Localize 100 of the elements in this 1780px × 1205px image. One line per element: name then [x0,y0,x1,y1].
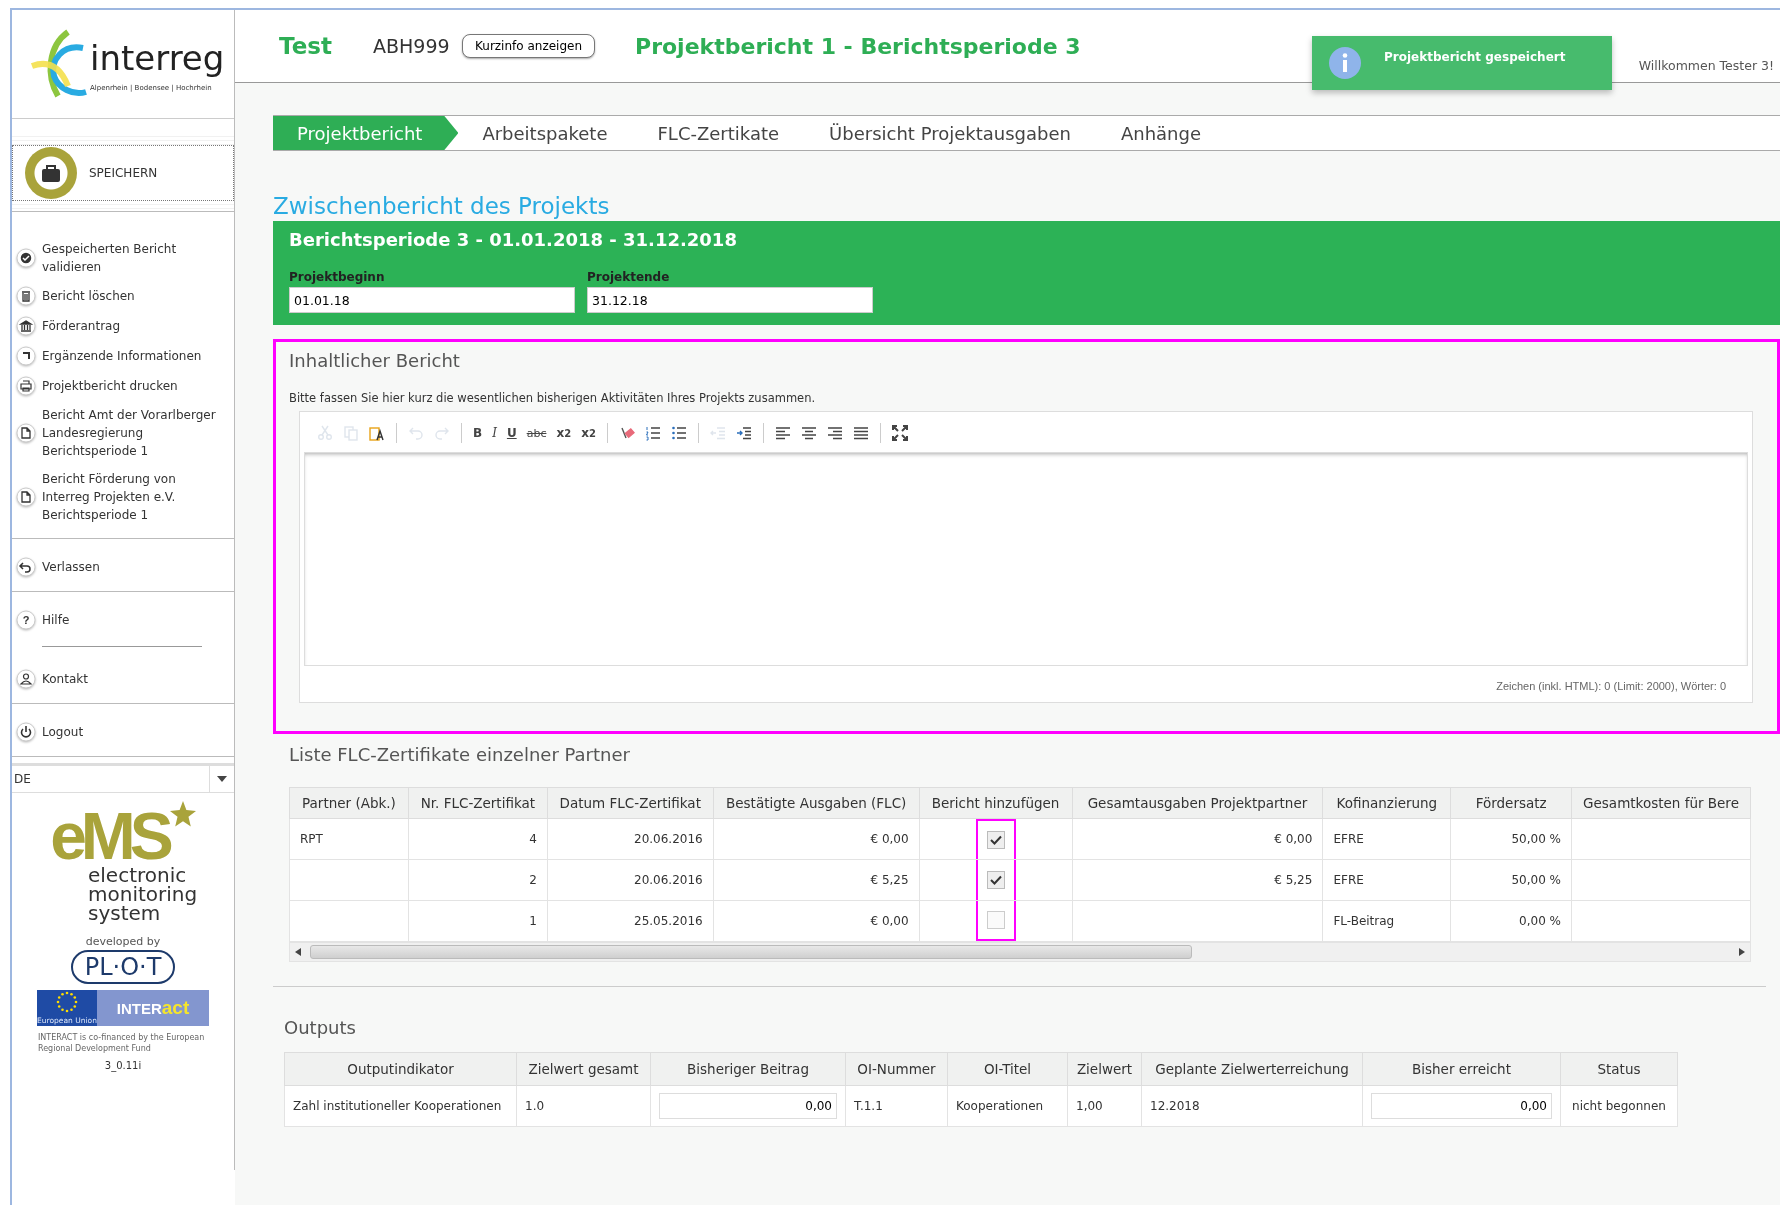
power-icon [16,722,36,742]
cofinancing-note: INTERACT is co-financed by the European Regional Development Fund [38,1032,206,1055]
sidebar-item[interactable]: Gespeicherten Bericht validieren [12,240,234,276]
sidebar-item[interactable]: Verlassen [12,557,234,577]
checkbox[interactable] [986,831,1005,849]
check-icon [16,248,36,268]
number-field[interactable]: 0,00 [1371,1093,1552,1119]
table-cell: Zahl institutioneller Kooperationen [284,1085,517,1127]
table-cell: 20.06.2016 [547,818,714,860]
version-label: 3_0.11i [104,1060,142,1072]
table-cell: Kooperationen [947,1085,1068,1127]
sidebar-item[interactable]: Kontakt [12,669,234,689]
sidebar-item[interactable]: ? Hilfe [12,610,234,630]
format-button[interactable]: I [489,422,500,444]
sidebar-item[interactable]: Projektbericht drucken [12,376,234,396]
project-code: ABH999 [373,35,451,57]
report-title: Projektbericht 1 - Berichtsperiode 3 [635,33,1081,59]
table-cell: 1 [408,900,548,942]
save-button[interactable]: SPEICHERN [12,145,234,201]
date-field[interactable]: 31.12.18 [587,287,873,313]
sidebar-item[interactable]: Ergänzende Informationen [12,346,234,366]
trash-icon [16,286,36,306]
scroll-left-icon[interactable] [295,948,301,956]
table-cell: 1.0 [516,1085,651,1127]
format-button[interactable]: B [470,422,486,444]
table-cell: EFRE [1322,818,1451,860]
ems-logo-text: eMS [50,807,168,867]
doc-icon [16,487,36,507]
sidebar-item[interactable]: Bericht löschen [12,286,234,306]
table-cell: € 5,25 [713,859,920,901]
language-select[interactable]: DE [12,763,234,793]
help-icon: ? [16,610,36,630]
caret-icon [217,776,227,782]
table-cell: € 0,00 [713,900,920,942]
column-header: Datum FLC-Zertifikat [547,787,714,819]
table-cell: T.1.1 [845,1085,948,1127]
column-header: Zielwert [1067,1052,1142,1086]
table-cell: 50,00 % [1450,859,1572,901]
briefcase-icon [40,163,62,183]
sidebar-item[interactable]: Bericht Förderung von Interreg Projekten e.V. Berichtsperiode 1 [12,470,234,524]
column-header: Gesamtausgaben Projektpartner [1072,787,1323,819]
number-field[interactable]: 0,00 [659,1093,837,1119]
character-counter: Zeichen (inkl. HTML): 0 (Limit: 2000), Wörter: 0 [1495,679,1727,694]
page-title: Zwischenbericht des Projekts [273,192,611,221]
column-header: Outputindikator [284,1052,517,1086]
table-cell: € 0,00 [1072,818,1323,860]
print-icon [16,376,36,396]
table-cell: 12.2018 [1141,1085,1363,1127]
sidebar-item[interactable]: Förderantrag [12,316,234,336]
column-header: Bisheriger Beitrag [650,1052,846,1086]
column-header: Gesamtkosten für Bere [1571,787,1751,819]
table-cell: € 5,25 [1072,859,1323,901]
sidebar-item[interactable]: Logout [12,722,234,742]
project-name: Test [279,33,333,59]
checkbox[interactable] [986,871,1005,889]
section-title: Outputs [284,1017,357,1038]
contact-icon [16,669,36,689]
table-cell: 4 [408,818,548,860]
table-cell: 50,00 % [1450,818,1572,860]
period-title: Berichtsperiode 3 - 01.01.2018 - 31.12.2018 [289,229,738,250]
checkbox[interactable] [986,911,1005,929]
table-cell: 2 [408,859,548,901]
date-field[interactable]: 01.01.18 [289,287,575,313]
welcome-text: Willkommen Tester 3! [1638,58,1774,73]
developed-by-text: developed by [85,935,161,949]
instruction-text: Bitte fassen Sie hier kurz die wesentlichen bisherigen Aktivitäten Ihres Projekts zusammen. [289,391,817,405]
info-button[interactable]: Kurzinfo anzeigen [462,34,595,58]
column-header: Fördersatz [1450,787,1572,819]
column-header: Geplante Zielwerterreichung [1141,1052,1363,1086]
logo-wordmark: interreg [90,36,225,80]
format-button[interactable]: U [503,422,520,444]
table-cell: 25.05.2016 [547,900,714,942]
column-header: Bisher erreicht [1362,1052,1561,1086]
table-cell: FL-Beitrag [1322,900,1451,942]
toast-notification: Projektbericht gespeichert [1312,36,1612,90]
format-button[interactable]: abc [523,422,550,444]
column-header: Status [1560,1052,1678,1086]
doc-icon [16,423,36,443]
ems-subtitle: electronic monitoring system [88,866,198,924]
table-cell: 20.06.2016 [547,859,714,901]
bank-icon [16,316,36,336]
column-header: Bestätigte Ausgaben (FLC) [713,787,920,819]
column-header: Bericht hinzufügen [919,787,1073,819]
column-header: Nr. FLC-Zertifikat [408,787,548,819]
back-icon [16,557,36,577]
column-header: Zielwert gesamt [516,1052,651,1086]
column-header: Kofinanzierung [1322,787,1451,819]
scroll-right-icon[interactable] [1739,948,1745,956]
horizontal-scrollbar[interactable] [289,942,1751,962]
corner-icon [16,346,36,366]
table-cell: EFRE [1322,859,1451,901]
table-cell: 0,00 % [1450,900,1572,942]
info-icon [1328,46,1362,80]
sidebar-item[interactable]: Bericht Amt der Vorarlberger Landesregierung Berichtsperiode 1 [12,406,234,460]
plot-logo: PL·O·T [70,950,176,985]
table-cell: 1,00 [1067,1085,1142,1127]
column-header: Partner (Abk.) [289,787,409,819]
table-cell: RPT [289,818,409,860]
column-header: OI-Nummer [845,1052,948,1086]
section-title: Liste FLC-Zertifikate einzelner Partner [289,744,631,765]
